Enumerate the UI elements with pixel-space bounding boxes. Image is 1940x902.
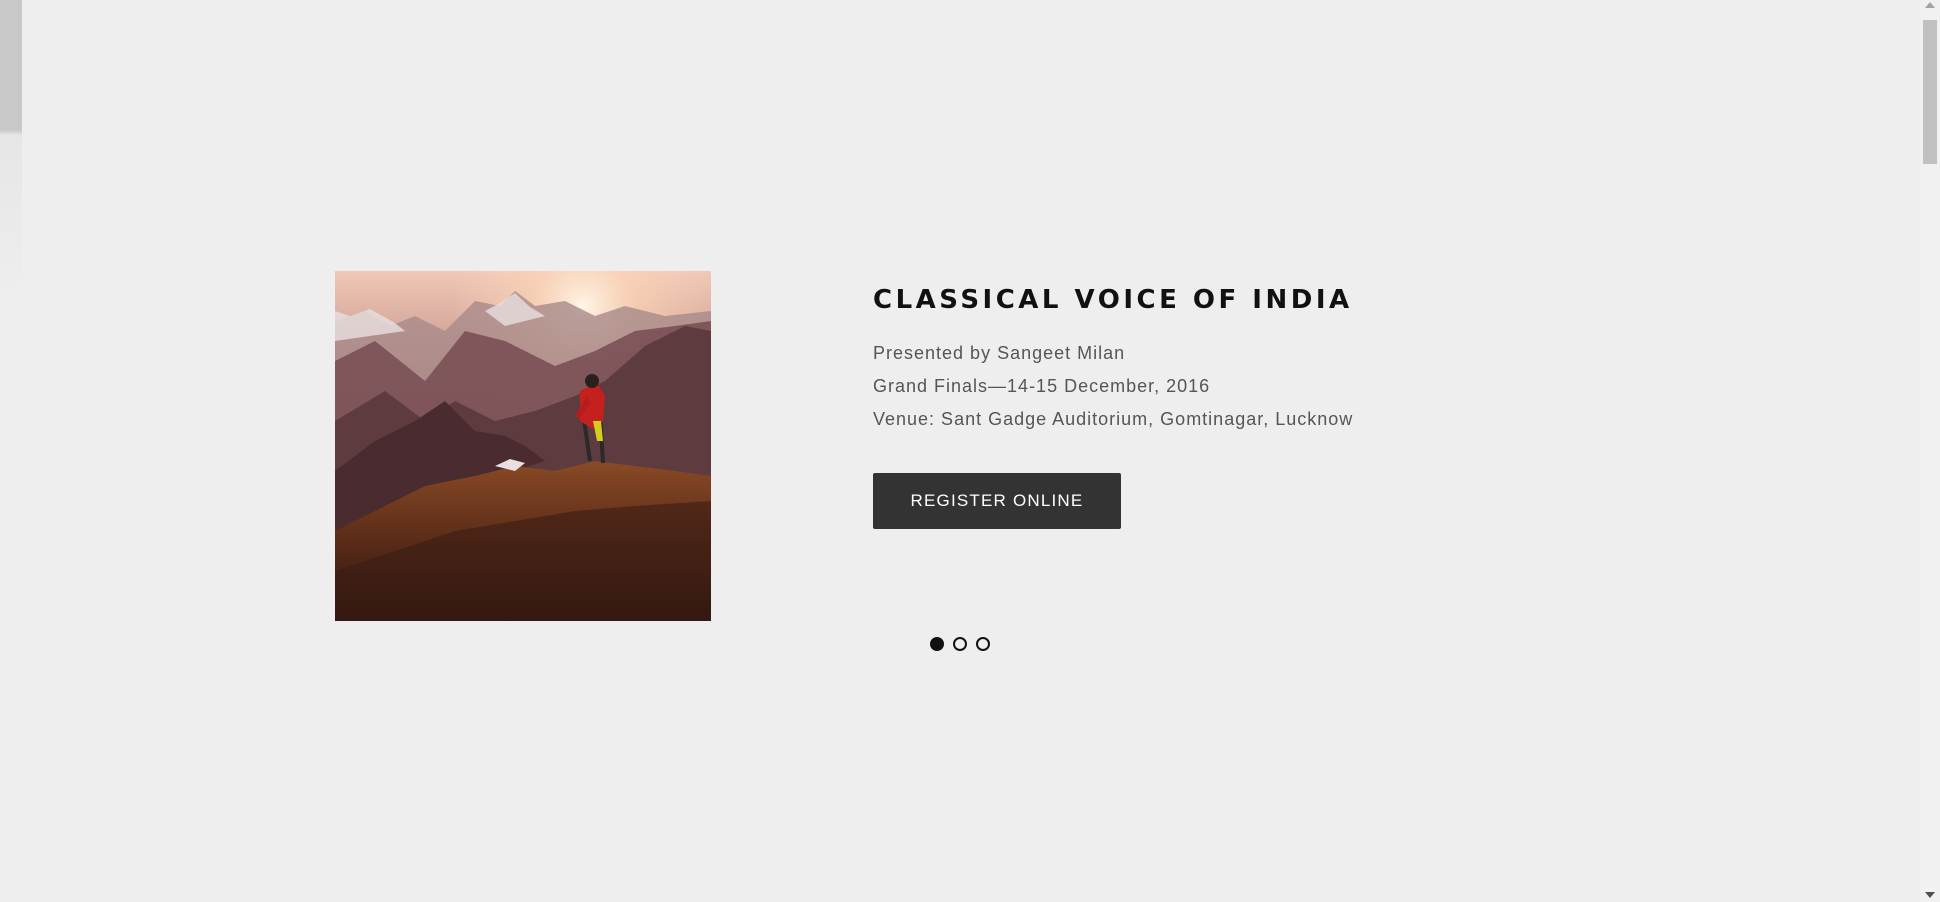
hero-image: [335, 271, 711, 621]
mountain-biker-illustration: [335, 271, 711, 621]
venue-text: Venue: Sant Gadge Auditorium, Gomtinagar…: [873, 409, 1354, 429]
scrollbar-thumb[interactable]: [1923, 20, 1937, 164]
carousel-dot-3[interactable]: [976, 637, 990, 651]
scroll-down-arrow-icon[interactable]: [1925, 892, 1935, 898]
event-info: Presented by Sangeet Milan Grand Finals—…: [873, 337, 1573, 436]
event-dates-text: Grand Finals—14-15 December, 2016: [873, 376, 1211, 396]
slide-title: CLASSICAL VOICE OF INDIA: [873, 285, 1353, 315]
left-edge-shadow: [0, 0, 22, 902]
slide-content: CLASSICAL VOICE OF INDIA Presented by Sa…: [873, 283, 1573, 529]
scroll-up-arrow-icon[interactable]: [1925, 2, 1935, 8]
carousel-pagination: [930, 637, 990, 651]
presenter-text: Presented by Sangeet Milan: [873, 343, 1126, 363]
vertical-scrollbar[interactable]: [1920, 0, 1940, 902]
carousel-dot-1[interactable]: [930, 637, 944, 651]
register-online-button[interactable]: REGISTER ONLINE: [873, 473, 1121, 529]
carousel-dot-2[interactable]: [953, 637, 967, 651]
